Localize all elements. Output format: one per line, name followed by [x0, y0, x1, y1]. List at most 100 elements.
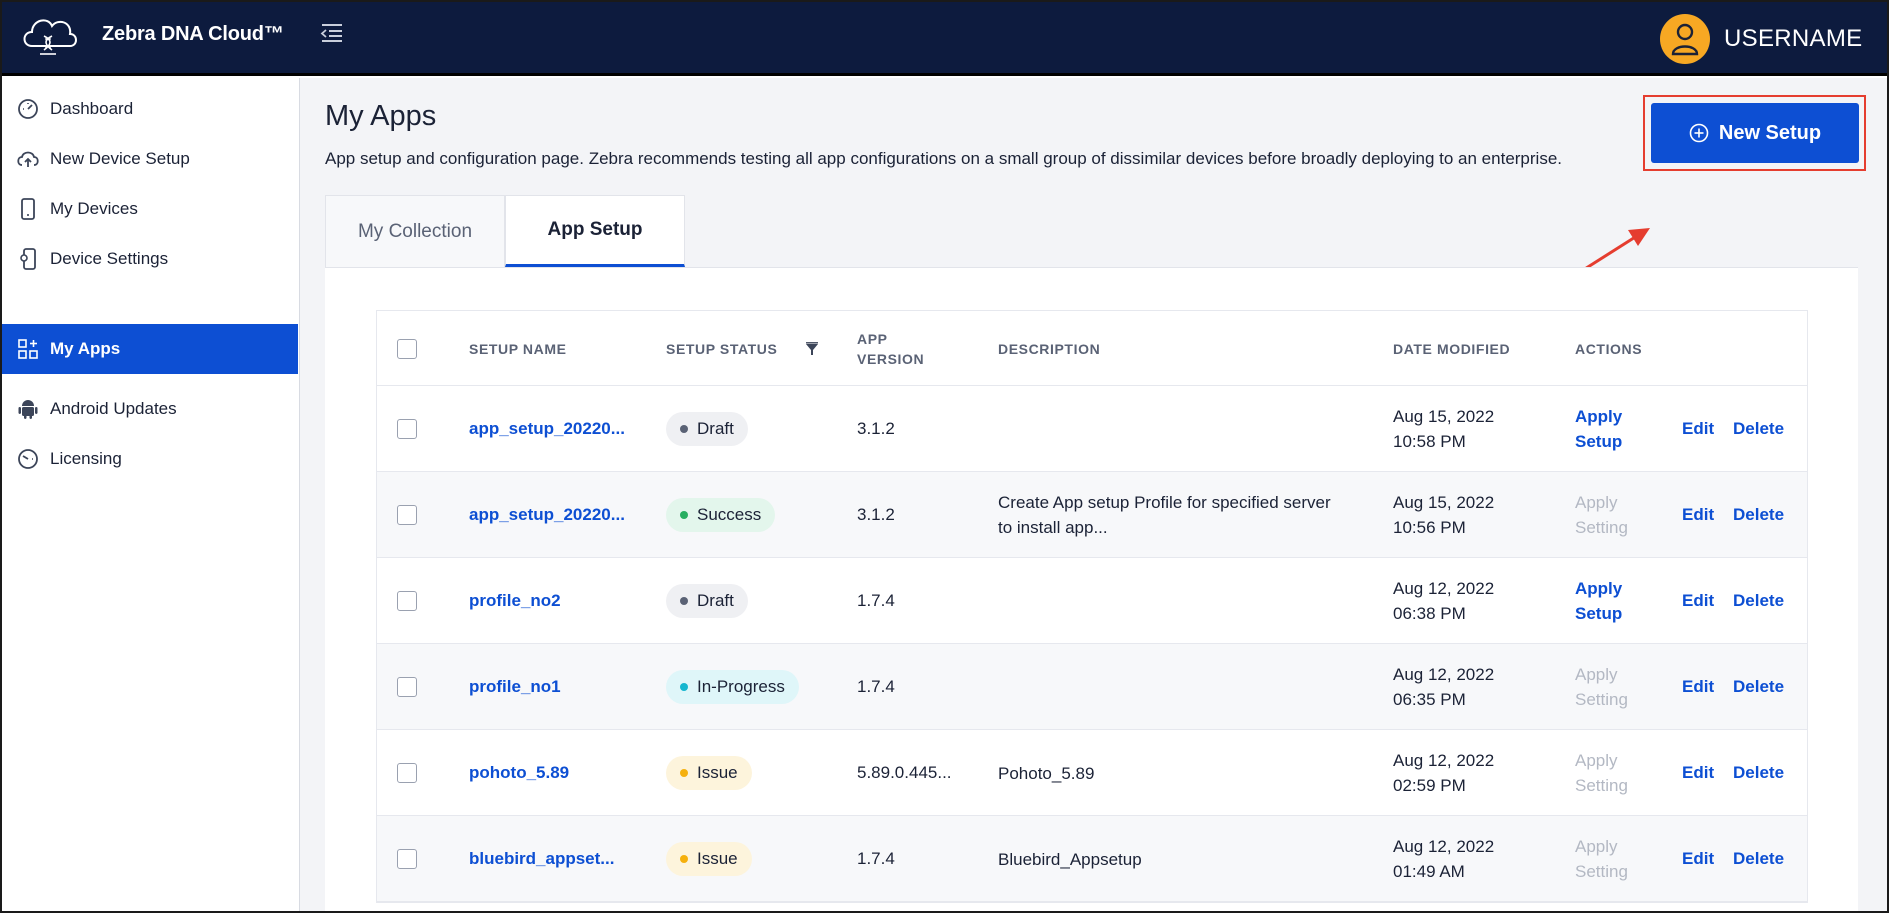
column-setup-status[interactable]: SETUP STATUS	[666, 311, 819, 386]
status-label: In-Progress	[697, 677, 785, 696]
sidebar-item-new-device-setup[interactable]: New Device Setup	[2, 134, 298, 184]
app-setup-table: SETUP NAME SETUP STATUS APP VERSION DESC…	[376, 310, 1808, 903]
row-checkbox[interactable]	[397, 849, 417, 869]
table-row: profile_no2 Draft 1.7.4 Aug 12, 2022 06:3…	[377, 558, 1807, 644]
edit-link[interactable]: Edit	[1682, 472, 1714, 558]
status-badge: Issue	[666, 756, 752, 790]
user-avatar[interactable]	[1660, 14, 1710, 64]
row-checkbox[interactable]	[397, 591, 417, 611]
edit-link[interactable]: Edit	[1682, 644, 1714, 730]
sidebar-item-my-apps[interactable]: My Apps	[2, 324, 298, 374]
delete-link[interactable]: Delete	[1733, 472, 1784, 558]
table-row: app_setup_20220... Draft 3.1.2 Aug 15, 2…	[377, 386, 1807, 472]
tab-label: My Collection	[357, 220, 473, 242]
apply-line1: Apply	[1575, 493, 1618, 512]
app-setup-panel: SETUP NAME SETUP STATUS APP VERSION DESC…	[325, 267, 1858, 913]
username-label[interactable]: USERNAME	[1724, 25, 1862, 53]
setup-name-link[interactable]: app_setup_20220...	[469, 386, 625, 472]
setup-name-link[interactable]: app_setup_20220...	[469, 472, 625, 558]
top-bar: Zebra DNA Cloud™ USERNAME	[0, 0, 1889, 76]
apply-setup-link[interactable]: Apply Setup	[1575, 558, 1622, 644]
status-label: Issue	[697, 849, 738, 868]
setup-name-link[interactable]: profile_no2	[469, 558, 561, 644]
apply-setting-link: Apply Setting	[1575, 730, 1628, 816]
delete-link[interactable]: Delete	[1733, 730, 1784, 816]
date-modified-cell: Aug 12, 2022 06:38 PM	[1393, 558, 1494, 644]
cloud-upload-icon	[16, 147, 40, 171]
apps-grid-icon	[16, 337, 40, 361]
edit-link[interactable]: Edit	[1682, 730, 1714, 816]
row-checkbox[interactable]	[397, 419, 417, 439]
time-label: 02:59 PM	[1393, 776, 1466, 795]
sidebar-item-my-devices[interactable]: My Devices	[2, 184, 298, 234]
apply-line2: Setting	[1575, 518, 1628, 537]
app-version: 3.1.2	[857, 505, 895, 524]
column-app-version[interactable]: APP VERSION	[857, 311, 924, 386]
delete-link[interactable]: Delete	[1733, 558, 1784, 644]
time-label: 10:56 PM	[1393, 518, 1466, 537]
apply-setup-link[interactable]: Apply Setup	[1575, 386, 1622, 472]
row-checkbox[interactable]	[397, 677, 417, 697]
column-label-line1: APP	[857, 330, 888, 347]
tab-app-setup[interactable]: App Setup	[505, 195, 685, 267]
date-modified-cell: Aug 15, 2022 10:58 PM	[1393, 386, 1494, 472]
sidebar: Dashboard New Device Setup My Devices De…	[2, 78, 300, 911]
description-cell: Pohoto_5.89	[998, 730, 1094, 816]
new-setup-button[interactable]: New Setup	[1651, 103, 1859, 163]
column-label-line2: VERSION	[857, 350, 925, 367]
app-version: 1.7.4	[857, 849, 895, 868]
table-row: profile_no1 In-Progress 1.7.4 Aug 12, 20…	[377, 644, 1807, 730]
device-settings-icon	[16, 247, 40, 271]
setup-name-link[interactable]: pohoto_5.89	[469, 730, 569, 816]
setup-name-link[interactable]: bluebird_appset...	[469, 816, 614, 902]
sidebar-item-label: Licensing	[50, 449, 122, 468]
status-label: Success	[697, 505, 762, 524]
app-title: Zebra DNA Cloud™	[102, 23, 284, 45]
status-badge: In-Progress	[666, 670, 799, 704]
date-label: Aug 12, 2022	[1393, 665, 1495, 684]
sidebar-item-licensing[interactable]: Licensing	[2, 434, 298, 484]
sidebar-item-dashboard[interactable]: Dashboard	[2, 84, 298, 134]
status-dot	[680, 597, 688, 605]
status-label: Draft	[697, 591, 734, 610]
column-date-modified[interactable]: DATE MODIFIED	[1393, 311, 1510, 386]
sidebar-item-label: Device Settings	[50, 249, 169, 268]
edit-link[interactable]: Edit	[1682, 558, 1714, 644]
row-checkbox[interactable]	[397, 505, 417, 525]
sidebar-item-android-updates[interactable]: Android Updates	[2, 384, 298, 434]
column-setup-name[interactable]: SETUP NAME	[469, 311, 567, 386]
description-cell: Create App setup Profile for specified s…	[998, 472, 1331, 558]
app-version: 1.7.4	[857, 677, 895, 696]
menu-collapse-icon[interactable]	[318, 20, 346, 46]
edit-link[interactable]: Edit	[1682, 816, 1714, 902]
sidebar-item-label: Dashboard	[50, 99, 134, 118]
delete-link[interactable]: Delete	[1733, 386, 1784, 472]
date-label: Aug 15, 2022	[1393, 407, 1495, 426]
delete-link[interactable]: Delete	[1733, 816, 1784, 902]
delete-link[interactable]: Delete	[1733, 644, 1784, 730]
status-dot	[680, 683, 688, 691]
status-badge: Issue	[666, 842, 752, 876]
date-modified-cell: Aug 15, 2022 10:56 PM	[1393, 472, 1494, 558]
select-all-checkbox[interactable]	[397, 338, 417, 359]
setup-name-link[interactable]: profile_no1	[469, 644, 561, 730]
tab-my-collection[interactable]: My Collection	[325, 195, 505, 267]
status-label: Draft	[697, 419, 734, 438]
row-checkbox[interactable]	[397, 763, 417, 783]
date-label: Aug 15, 2022	[1393, 493, 1495, 512]
description-line1: Create App setup Profile for specified s…	[998, 493, 1331, 512]
new-setup-label: New Setup	[1718, 121, 1822, 144]
date-label: Aug 12, 2022	[1393, 837, 1495, 856]
column-description[interactable]: DESCRIPTION	[998, 311, 1100, 386]
edit-link[interactable]: Edit	[1682, 386, 1714, 472]
apply-line2: Setting	[1575, 776, 1628, 795]
time-label: 06:35 PM	[1393, 690, 1466, 709]
filter-icon[interactable]	[805, 341, 819, 356]
mobile-device-icon	[16, 197, 40, 221]
apply-line1: Apply	[1575, 837, 1618, 856]
apply-line1: Apply	[1575, 751, 1618, 770]
date-label: Aug 12, 2022	[1393, 751, 1495, 770]
description-line1: Bluebird_Appsetup	[998, 849, 1142, 869]
sidebar-item-device-settings[interactable]: Device Settings	[2, 234, 298, 284]
date-modified-cell: Aug 12, 2022 06:35 PM	[1393, 644, 1494, 730]
